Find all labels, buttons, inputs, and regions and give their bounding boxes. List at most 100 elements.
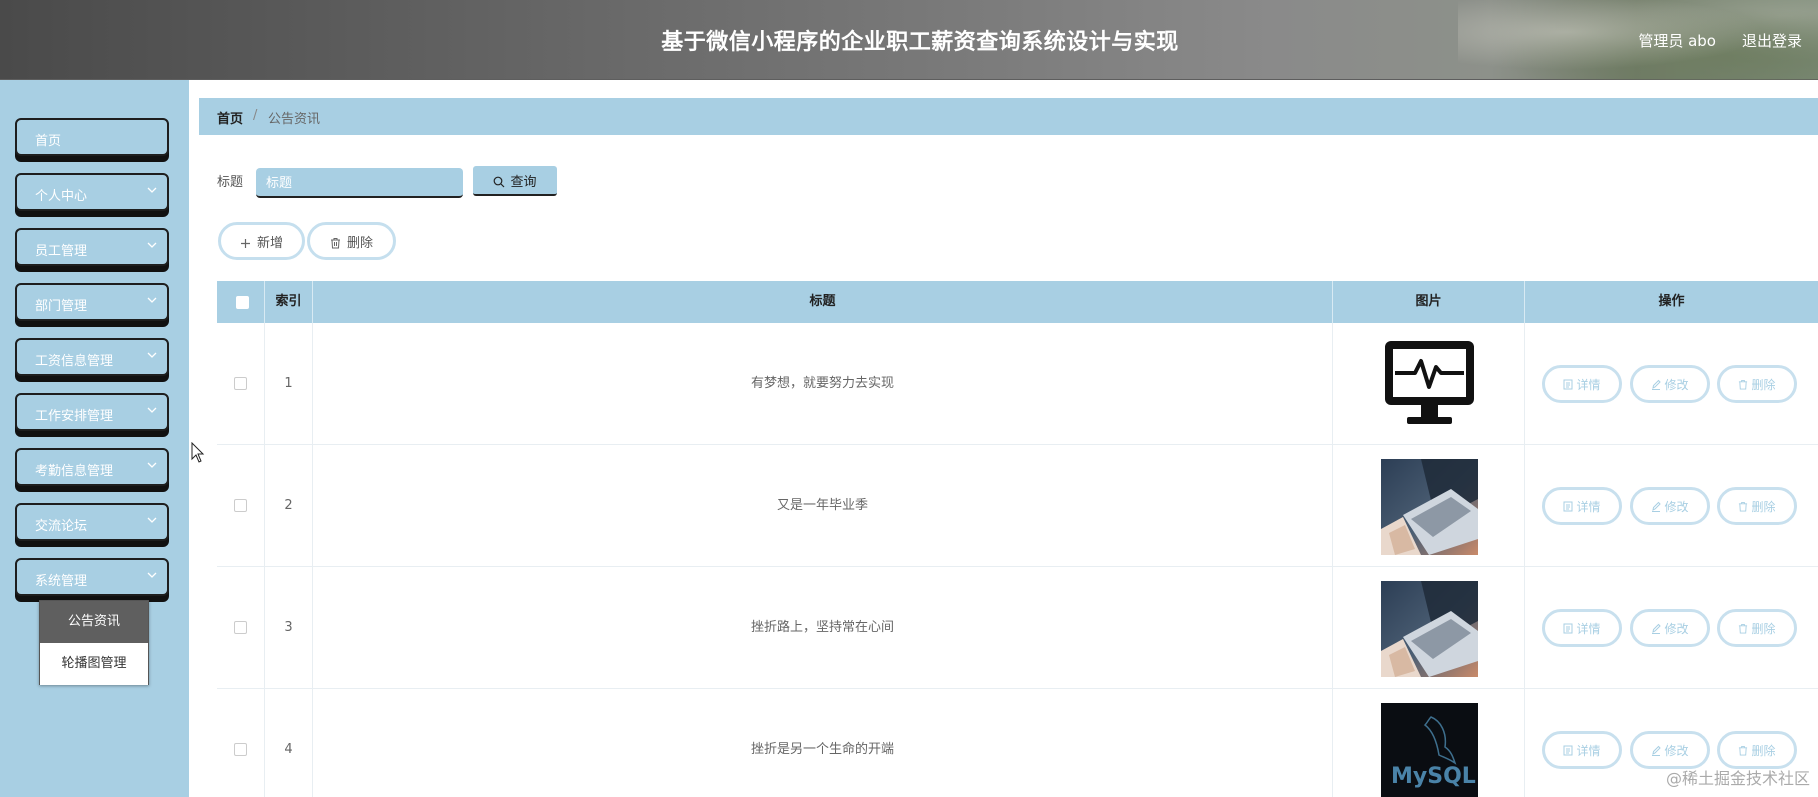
pencil-icon — [1652, 379, 1662, 390]
query-button-label: 查询 — [510, 173, 537, 189]
header-select-cell — [217, 281, 265, 323]
actions-cell: 详情 修改 删除 — [1525, 567, 1818, 689]
sidebar-item-employee[interactable]: 员工管理 — [15, 228, 169, 266]
site-title: 基于微信小程序的企业职工薪资查询系统设计与实现 — [661, 30, 1179, 55]
index-cell: 1 — [265, 323, 313, 445]
row-delete-button[interactable]: 删除 — [1717, 609, 1797, 647]
top-header: 基于微信小程序的企业职工薪资查询系统设计与实现 管理员 abo 退出登录 — [0, 0, 1818, 80]
sidebar-item-label: 工资信息管理 — [35, 354, 114, 369]
chevron-down-icon — [147, 242, 157, 248]
submenu-item-carousel[interactable]: 轮播图管理 — [40, 643, 148, 685]
header-title: 标题 — [313, 281, 1333, 323]
detail-label: 详情 — [1576, 621, 1601, 636]
row-delete-button[interactable]: 删除 — [1717, 365, 1797, 403]
trash-icon — [1739, 745, 1748, 755]
detail-button[interactable]: 详情 — [1542, 365, 1622, 403]
row-checkbox[interactable] — [234, 377, 247, 390]
image-cell: MySQL — [1333, 689, 1525, 797]
laptop-photo — [1381, 581, 1478, 677]
table-row: 2 又是一年毕业季 详情 修改 删除 — [217, 445, 1818, 567]
row-delete-button[interactable]: 删除 — [1717, 487, 1797, 525]
actions-cell: 详情 修改 删除 — [1525, 445, 1818, 567]
document-icon — [1563, 623, 1573, 633]
table-header: 索引 标题 图片 操作 — [217, 281, 1818, 323]
delete-button-label: 删除 — [346, 234, 373, 250]
delete-button[interactable]: 删除 — [307, 222, 396, 260]
image-cell — [1333, 323, 1525, 445]
image-cell — [1333, 445, 1525, 567]
sidebar-item-label: 首页 — [35, 134, 62, 149]
detail-button[interactable]: 详情 — [1542, 609, 1622, 647]
title-cell: 有梦想，就要努力去实现 — [313, 323, 1333, 445]
sidebar-item-label: 交流论坛 — [35, 519, 88, 534]
row-delete-button[interactable]: 删除 — [1717, 731, 1797, 769]
chevron-down-icon — [147, 297, 157, 303]
trash-icon — [1739, 501, 1748, 511]
plus-icon — [240, 238, 250, 248]
select-cell — [217, 689, 265, 797]
add-button[interactable]: 新增 — [218, 222, 305, 260]
header-actions: 操作 — [1658, 294, 1685, 309]
index-cell: 3 — [265, 567, 313, 689]
row-delete-label: 删除 — [1751, 743, 1776, 758]
chevron-down-icon — [147, 352, 157, 358]
submenu-item-news[interactable]: 公告资讯 — [40, 601, 148, 643]
sidebar-item-department[interactable]: 部门管理 — [15, 283, 169, 321]
row-checkbox[interactable] — [234, 743, 247, 756]
table-row: 3 挫折路上，坚持常在心间 详情 修改 删除 — [217, 567, 1818, 689]
trash-icon — [330, 237, 340, 248]
chevron-down-icon — [147, 572, 157, 578]
chevron-down-icon — [147, 187, 157, 193]
select-cell — [217, 445, 265, 567]
row-delete-label: 删除 — [1751, 621, 1776, 636]
breadcrumb-current: 公告资讯 — [268, 112, 321, 127]
search-icon — [494, 176, 505, 187]
breadcrumb-home[interactable]: 首页 — [217, 108, 243, 127]
select-all-checkbox[interactable] — [236, 296, 249, 309]
system-submenu: 公告资讯 轮播图管理 — [39, 600, 149, 685]
select-cell — [217, 323, 265, 445]
query-button[interactable]: 查询 — [473, 166, 557, 196]
monitor-heartbeat-icon — [1381, 337, 1478, 433]
index-cell: 4 — [265, 689, 313, 797]
row-checkbox[interactable] — [234, 621, 247, 634]
search-label: 标题 — [217, 175, 244, 190]
chevron-down-icon — [147, 517, 157, 523]
sidebar-item-home[interactable]: 首页 — [15, 118, 169, 156]
sidebar-item-system[interactable]: 系统管理 — [15, 558, 169, 596]
breadcrumb-separator: / — [253, 108, 258, 123]
mouse-cursor-icon — [191, 442, 205, 463]
edit-label: 修改 — [1664, 377, 1689, 392]
sidebar-item-label: 个人中心 — [35, 189, 88, 204]
sidebar-item-salary[interactable]: 工资信息管理 — [15, 338, 169, 376]
edit-button[interactable]: 修改 — [1630, 365, 1710, 403]
edit-button[interactable]: 修改 — [1630, 487, 1710, 525]
image-cell — [1333, 567, 1525, 689]
breadcrumb: 首页 / 公告资讯 — [199, 98, 1818, 135]
select-cell — [217, 567, 265, 689]
logout-link[interactable]: 退出登录 — [1742, 30, 1802, 51]
sidebar-item-personal-center[interactable]: 个人中心 — [15, 173, 169, 211]
add-button-label: 新增 — [256, 234, 283, 250]
detail-label: 详情 — [1576, 499, 1601, 514]
detail-label: 详情 — [1576, 743, 1601, 758]
row-checkbox[interactable] — [234, 499, 247, 512]
sidebar-item-forum[interactable]: 交流论坛 — [15, 503, 169, 541]
sidebar-item-work-schedule[interactable]: 工作安排管理 — [15, 393, 169, 431]
detail-button[interactable]: 详情 — [1542, 487, 1622, 525]
sidebar-item-label: 考勤信息管理 — [35, 464, 114, 479]
detail-button[interactable]: 详情 — [1542, 731, 1622, 769]
edit-button[interactable]: 修改 — [1630, 609, 1710, 647]
actions-cell: 详情 修改 删除 — [1525, 323, 1818, 445]
header-index: 索引 — [265, 281, 313, 323]
sidebar-item-label: 工作安排管理 — [35, 409, 114, 424]
sidebar-item-attendance[interactable]: 考勤信息管理 — [15, 448, 169, 486]
laptop-photo — [1381, 459, 1478, 555]
pencil-icon — [1652, 623, 1662, 634]
search-input[interactable] — [256, 168, 463, 198]
table-row: 1 有梦想，就要努力去实现 详情 修改 删除 — [217, 323, 1818, 445]
title-cell: 又是一年毕业季 — [313, 445, 1333, 567]
edit-label: 修改 — [1664, 499, 1689, 514]
trash-icon — [1739, 623, 1748, 633]
edit-button[interactable]: 修改 — [1630, 731, 1710, 769]
